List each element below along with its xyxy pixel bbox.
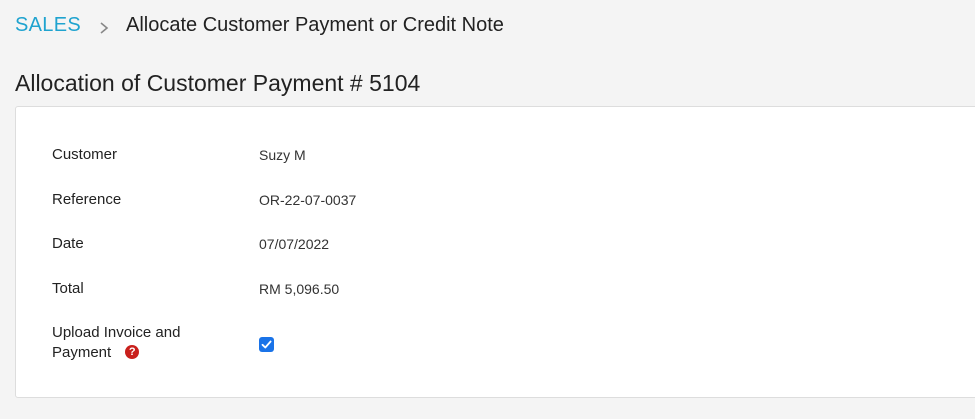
upload-invoice-checkbox[interactable]: [259, 337, 274, 352]
page-title: Allocation of Customer Payment # 5104: [15, 70, 421, 96]
allocation-details-panel: Customer Suzy M Reference OR-22-07-0037 …: [15, 106, 975, 398]
total-label: Total: [52, 280, 84, 297]
total-value: RM 5,096.50: [259, 281, 340, 297]
check-icon: [261, 340, 272, 349]
upload-invoice-label: Upload Invoice and Payment?: [52, 323, 222, 363]
breadcrumb-sales-link[interactable]: SALES: [15, 14, 81, 37]
reference-value: OR-22-07-0037: [259, 192, 357, 208]
customer-value: Suzy M: [259, 147, 306, 163]
date-value: 07/07/2022: [259, 236, 330, 252]
page: SALES Allocate Customer Payment or Credi…: [0, 0, 975, 419]
upload-invoice-label-line2: Payment: [52, 344, 112, 361]
breadcrumb-current: Allocate Customer Payment or Credit Note: [125, 13, 504, 36]
upload-invoice-label-line1: Upload Invoice and: [52, 324, 181, 341]
help-circle-icon[interactable]: ?: [125, 345, 140, 360]
date-label: Date: [52, 235, 84, 252]
breadcrumb: SALES Allocate Customer Payment or Credi…: [15, 12, 504, 38]
customer-label: Customer: [52, 146, 118, 163]
chevron-right-icon: [98, 18, 110, 34]
reference-label: Reference: [52, 191, 122, 208]
